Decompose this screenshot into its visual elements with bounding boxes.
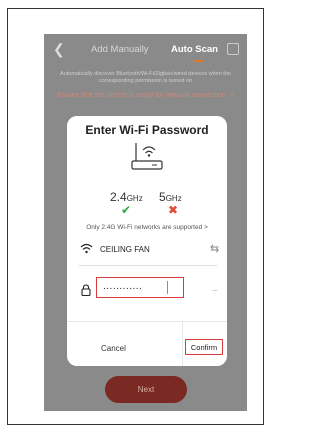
lock-icon — [81, 284, 91, 296]
cross-icon: ✖ — [168, 203, 179, 217]
band-support-note[interactable]: Only 2.4G Wi-Fi networks are supported > — [67, 224, 227, 231]
tab-add-manually[interactable]: Add Manually — [91, 44, 149, 55]
ensure-ready-link[interactable]: Ensure that the device is ready for netw… — [44, 92, 247, 99]
divider — [79, 265, 217, 266]
band-5-value: 5 — [159, 190, 166, 204]
wifi-network-name: CEILING FAN — [100, 245, 150, 254]
password-field[interactable] — [96, 277, 184, 298]
hide-password-icon[interactable]: ⌣ — [212, 285, 218, 296]
check-icon: ✔ — [121, 203, 132, 217]
switch-network-icon[interactable]: ⇆ — [210, 242, 219, 255]
wifi-network-row[interactable]: CEILING FAN ⇆ — [67, 240, 227, 260]
text-cursor — [167, 281, 168, 294]
confirm-button[interactable]: Confirm — [185, 339, 223, 355]
wifi-password-dialog: Enter Wi-Fi Password 2.4GHz 5GHz ✔ ✖ Onl… — [67, 116, 227, 366]
band-2-4-value: 2.4 — [110, 190, 127, 204]
band-5-unit: GHz — [165, 194, 182, 203]
wifi-icon — [80, 243, 93, 254]
dialog-title: Enter Wi-Fi Password — [85, 123, 209, 137]
router-icon — [131, 143, 163, 170]
top-bar: ❮ Add Manually Auto Scan — [44, 34, 247, 68]
discovery-description: Automatically discover Bluetooth/Wi-Fi/Z… — [60, 71, 231, 84]
cancel-button[interactable]: Cancel — [101, 344, 126, 353]
button-separator — [182, 321, 183, 366]
password-input[interactable] — [103, 281, 171, 292]
active-tab-indicator — [193, 60, 203, 62]
scan-icon[interactable] — [227, 43, 239, 55]
button-divider — [67, 321, 227, 322]
back-arrow-icon[interactable]: ❮ — [53, 42, 65, 56]
band-2-4-unit: GHz — [126, 194, 143, 203]
app-screen: ❮ Add Manually Auto Scan Automatically d… — [44, 34, 247, 411]
band-5ghz: 5GHz — [159, 190, 182, 204]
next-button[interactable]: Next — [105, 376, 187, 403]
tab-auto-scan[interactable]: Auto Scan — [171, 44, 218, 55]
band-2-4ghz: 2.4GHz — [110, 190, 143, 204]
